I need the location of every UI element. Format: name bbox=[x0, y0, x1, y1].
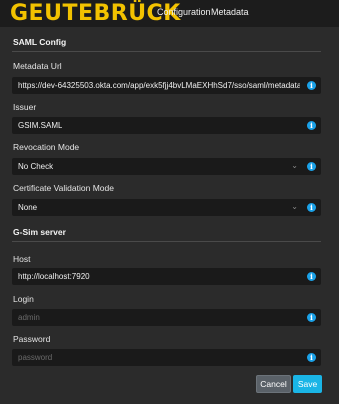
info-icon[interactable]: i bbox=[307, 272, 316, 281]
revocation-mode-select[interactable]: No Check ⌄ i bbox=[12, 158, 321, 175]
issuer-value: GSIM.SAML bbox=[18, 121, 63, 130]
nav-metadata[interactable]: Metadata bbox=[211, 7, 249, 17]
cancel-button[interactable]: Cancel bbox=[256, 375, 291, 393]
chevron-down-icon[interactable]: ⌄ bbox=[291, 161, 298, 170]
issuer-label: Issuer bbox=[13, 102, 37, 112]
password-label: Password bbox=[13, 334, 51, 344]
cert-validation-label: Certificate Validation Mode bbox=[13, 183, 114, 193]
host-label: Host bbox=[13, 254, 31, 264]
metadata-url-value: https://dev-64325503.okta.com/app/exk5fj… bbox=[18, 81, 300, 90]
section-divider bbox=[12, 241, 321, 242]
login-placeholder: admin bbox=[18, 313, 40, 322]
info-icon[interactable]: i bbox=[307, 81, 316, 90]
top-navbar: GEUTEBRÜCK Configuration Metadata bbox=[0, 0, 339, 27]
section-divider bbox=[12, 51, 321, 52]
chevron-down-icon[interactable]: ⌄ bbox=[291, 202, 298, 211]
nav-configuration[interactable]: Configuration bbox=[157, 7, 211, 17]
info-icon[interactable]: i bbox=[307, 203, 316, 212]
metadata-url-label: Metadata Url bbox=[13, 61, 62, 71]
section-title-gsim: G-Sim server bbox=[13, 227, 66, 237]
metadata-url-field[interactable]: https://dev-64325503.okta.com/app/exk5fj… bbox=[12, 77, 321, 94]
host-value: http://localhost:7920 bbox=[18, 272, 90, 281]
password-placeholder: password bbox=[18, 353, 53, 362]
revocation-mode-value: No Check bbox=[18, 162, 54, 171]
cert-validation-value: None bbox=[18, 203, 38, 212]
login-label: Login bbox=[13, 294, 34, 304]
login-field[interactable]: admin i bbox=[12, 309, 321, 326]
host-field[interactable]: http://localhost:7920 i bbox=[12, 268, 321, 285]
save-button[interactable]: Save bbox=[293, 375, 322, 393]
issuer-field[interactable]: GSIM.SAML i bbox=[12, 117, 321, 134]
info-icon[interactable]: i bbox=[307, 313, 316, 322]
brand-logo[interactable]: GEUTEBRÜCK bbox=[10, 0, 181, 27]
password-field[interactable]: password i bbox=[12, 349, 321, 366]
cert-validation-select[interactable]: None ⌄ i bbox=[12, 199, 321, 216]
section-title-saml: SAML Config bbox=[13, 37, 67, 47]
info-icon[interactable]: i bbox=[307, 353, 316, 362]
info-icon[interactable]: i bbox=[307, 121, 316, 130]
revocation-mode-label: Revocation Mode bbox=[13, 142, 80, 152]
info-icon[interactable]: i bbox=[307, 162, 316, 171]
